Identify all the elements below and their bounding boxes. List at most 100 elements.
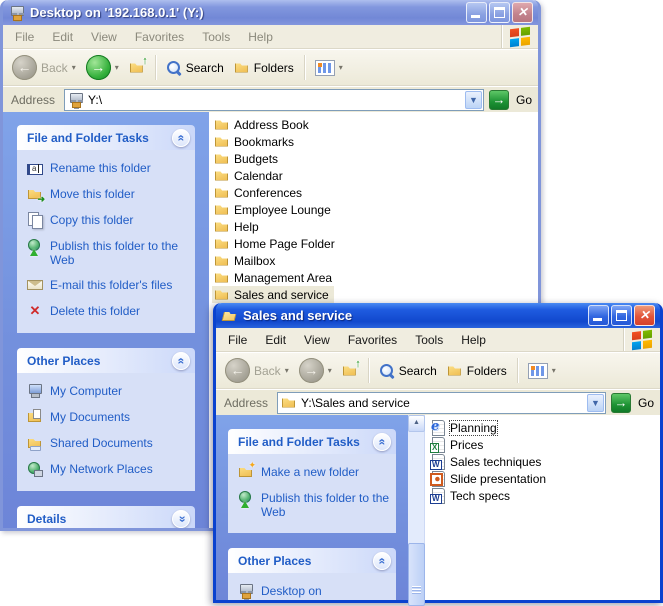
file-row[interactable]: Home Page Folder <box>212 235 340 252</box>
place-item[interactable]: Shared Documents <box>27 435 191 451</box>
file-row[interactable]: Calendar <box>212 167 288 184</box>
collapse-chevron-icon[interactable]: « <box>373 552 391 570</box>
forward-dropdown-icon[interactable]: ▾ <box>115 63 119 72</box>
file-row[interactable]: Management Area <box>212 269 337 286</box>
back-dropdown-icon[interactable]: ▾ <box>285 366 289 375</box>
views-dropdown-icon[interactable]: ▾ <box>339 63 343 72</box>
menu-item[interactable]: Favorites <box>126 26 193 48</box>
menu-item[interactable]: View <box>295 329 339 351</box>
folder-icon <box>214 117 230 133</box>
file-row[interactable]: Mailbox <box>212 252 280 269</box>
views-button[interactable]: ▾ <box>524 361 560 381</box>
file-row[interactable]: Employee Lounge <box>212 201 336 218</box>
go-button[interactable]: → <box>489 90 509 110</box>
maximize-button[interactable] <box>489 2 510 23</box>
close-button[interactable]: ✕ <box>634 305 655 326</box>
task-item[interactable]: E-mail this folder's files <box>27 277 191 293</box>
collapse-chevron-icon[interactable]: « <box>172 129 190 147</box>
new-folder-icon <box>238 464 254 480</box>
taskpane-scrollbar[interactable]: ▲ <box>408 415 425 600</box>
minimize-button[interactable] <box>466 2 487 23</box>
expand-chevron-icon[interactable]: « <box>172 510 190 528</box>
task-item[interactable]: Move this folder <box>27 186 191 202</box>
file-row[interactable]: Sales techniques <box>428 453 546 470</box>
back-dropdown-icon[interactable]: ▾ <box>72 63 76 72</box>
address-value[interactable]: Y:\Sales and service <box>301 396 583 410</box>
task-item[interactable]: Rename this folder <box>27 160 191 176</box>
address-combo[interactable]: Y:\ ▼ <box>64 89 484 111</box>
place-item[interactable]: My Computer <box>27 383 191 399</box>
close-button[interactable]: ✕ <box>512 2 533 23</box>
place-item[interactable]: My Network Places <box>27 461 191 477</box>
place-item[interactable]: My Documents <box>27 409 191 425</box>
go-label[interactable]: Go <box>514 93 534 107</box>
scroll-up-button[interactable]: ▲ <box>408 415 425 432</box>
collapse-chevron-icon[interactable]: « <box>172 352 190 370</box>
menu-item[interactable]: Tools <box>193 26 239 48</box>
file-row[interactable]: Address Book <box>212 116 314 133</box>
folder-icon <box>214 253 230 269</box>
file-row[interactable]: Sales and service <box>212 286 334 303</box>
back-button[interactable]: ← Back ▾ <box>8 53 80 82</box>
file-row[interactable]: Prices <box>428 436 488 453</box>
task-item[interactable]: Make a new folder <box>238 464 392 480</box>
task-item[interactable]: Publish this folder to the Web <box>27 238 191 267</box>
panel-header[interactable]: Details « <box>17 506 195 528</box>
titlebar[interactable]: Sales and service ✕ <box>216 303 660 328</box>
forward-dropdown-icon[interactable]: ▾ <box>328 366 332 375</box>
go-button[interactable]: → <box>611 393 631 413</box>
menu-item[interactable]: Edit <box>256 329 295 351</box>
menu-item[interactable]: Tools <box>406 329 452 351</box>
back-button[interactable]: ← Back ▾ <box>221 356 293 385</box>
panel-body: Rename this folder Move this folder Copy… <box>17 150 195 333</box>
file-list[interactable]: Planning Prices Sales techniques Slide p… <box>425 415 660 600</box>
minimize-button[interactable] <box>588 305 609 326</box>
search-icon <box>379 363 395 379</box>
search-button[interactable]: Search <box>162 58 228 78</box>
views-button[interactable]: ▾ <box>311 58 347 78</box>
file-row[interactable]: Bookmarks <box>212 133 299 150</box>
menu-item[interactable]: File <box>219 329 256 351</box>
panel-header[interactable]: Other Places « <box>17 348 195 373</box>
task-item[interactable]: Copy this folder <box>27 212 191 228</box>
menu-item[interactable]: File <box>6 26 43 48</box>
up-button[interactable] <box>125 58 149 78</box>
forward-button[interactable]: → ▾ <box>82 53 123 82</box>
task-pane: File and Folder Tasks « Rename this fold… <box>3 112 209 528</box>
maximize-button[interactable] <box>611 305 632 326</box>
menu-item[interactable]: Help <box>452 329 495 351</box>
address-combo[interactable]: Y:\Sales and service ▼ <box>277 392 606 414</box>
collapse-chevron-icon[interactable]: « <box>373 433 391 451</box>
task-item[interactable]: Delete this folder <box>27 303 191 319</box>
address-value[interactable]: Y:\ <box>88 93 461 107</box>
back-icon: ← <box>12 55 37 80</box>
folder-icon <box>214 270 230 286</box>
panel-header[interactable]: Other Places « <box>228 548 396 573</box>
file-row[interactable]: Help <box>212 218 264 235</box>
panel-header[interactable]: File and Folder Tasks « <box>17 125 195 150</box>
place-item[interactable]: Desktop on '192.168.0.1' (Y:) <box>238 583 392 600</box>
forward-button[interactable]: → ▾ <box>295 356 336 385</box>
file-row[interactable]: Conferences <box>212 184 307 201</box>
address-dropdown-button[interactable]: ▼ <box>587 394 604 412</box>
menu-item[interactable]: Favorites <box>339 329 406 351</box>
panel-header[interactable]: File and Folder Tasks « <box>228 429 396 454</box>
address-dropdown-button[interactable]: ▼ <box>465 91 482 109</box>
scrollbar-thumb[interactable] <box>408 543 425 606</box>
file-row[interactable]: Tech specs <box>428 487 515 504</box>
menu-item[interactable]: Edit <box>43 26 82 48</box>
folders-button[interactable]: Folders <box>443 361 511 381</box>
go-label[interactable]: Go <box>636 396 656 410</box>
file-row[interactable]: Budgets <box>212 150 283 167</box>
file-row[interactable]: Planning <box>428 419 502 436</box>
menu-item[interactable]: View <box>82 26 126 48</box>
menu-item[interactable]: Help <box>239 26 282 48</box>
file-row[interactable]: Slide presentation <box>428 470 551 487</box>
toolbar-separator <box>517 358 518 383</box>
titlebar[interactable]: Desktop on '192.168.0.1' (Y:) ✕ <box>3 0 538 25</box>
task-item[interactable]: Publish this folder to the Web <box>238 490 392 519</box>
views-dropdown-icon[interactable]: ▾ <box>552 366 556 375</box>
up-button[interactable] <box>338 361 362 381</box>
search-button[interactable]: Search <box>375 361 441 381</box>
folders-button[interactable]: Folders <box>230 58 298 78</box>
